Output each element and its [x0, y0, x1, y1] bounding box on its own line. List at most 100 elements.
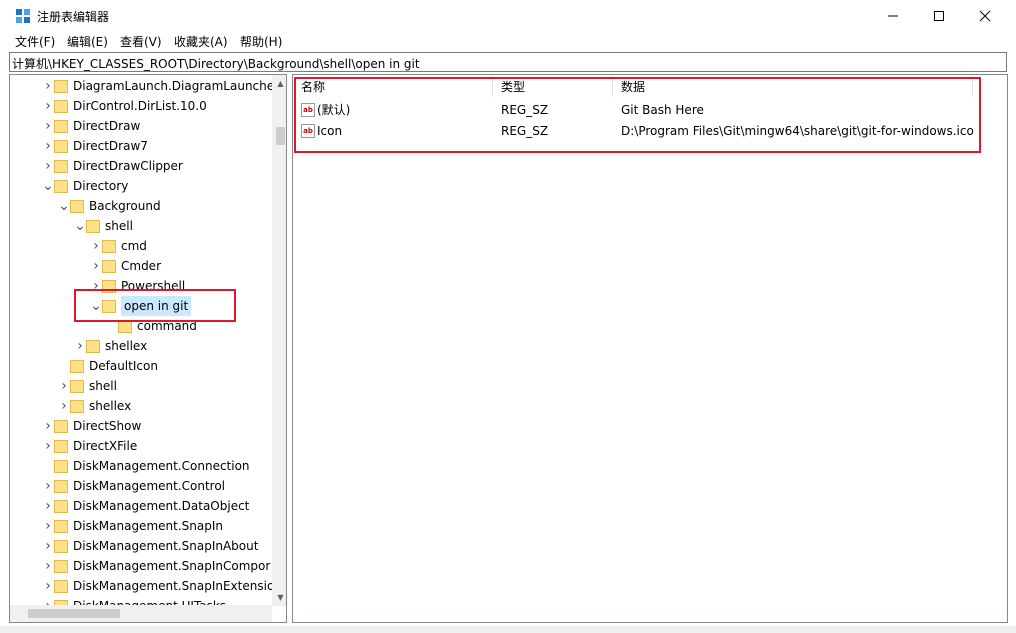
chevron-down-icon[interactable]: ⌄ [74, 216, 86, 236]
scroll-thumb[interactable] [276, 127, 285, 145]
tree-item-label: shell [105, 219, 133, 233]
chevron-down-icon[interactable]: ⌄ [58, 196, 70, 216]
maximize-button[interactable] [916, 0, 962, 31]
chevron-right-icon[interactable]: › [42, 476, 54, 496]
close-icon [979, 10, 991, 21]
folder-icon [54, 419, 68, 433]
menu-bar: 文件(F) 编辑(E) 查看(V) 收藏夹(A) 帮助(H) [0, 31, 1016, 51]
tree-item-label: DiskManagement.DataObject [73, 499, 250, 513]
folder-icon [70, 199, 84, 213]
tree-item-label: DirectDrawClipper [73, 159, 183, 173]
chevron-right-icon[interactable]: › [42, 156, 54, 176]
chevron-right-icon[interactable]: › [90, 236, 102, 256]
chevron-right-icon[interactable]: › [42, 536, 54, 556]
folder-icon [102, 259, 116, 273]
chevron-right-icon[interactable]: › [58, 376, 70, 396]
tree-item[interactable]: › shellex [74, 336, 147, 356]
tree-vertical-scrollbar[interactable]: ▲ ▼ [272, 75, 286, 606]
scroll-up-icon[interactable]: ▲ [272, 75, 286, 92]
tree-item-label: DirectDraw7 [73, 139, 148, 153]
folder-icon [54, 579, 68, 593]
tree-item[interactable]: › DiskManagement.SnapInAbout [42, 536, 258, 556]
chevron-right-icon[interactable]: › [42, 556, 54, 576]
tree-item[interactable]: DiskManagement.Connection [42, 456, 250, 476]
menu-edit[interactable]: 编辑(E) [67, 33, 108, 50]
tree-item[interactable]: › DirectDraw [42, 116, 140, 136]
folder-icon [54, 539, 68, 553]
tree-item[interactable]: › DirControl.DirList.10.0 [42, 96, 207, 116]
tree-item[interactable]: › DiskManagement.Control [42, 476, 225, 496]
menu-favorites[interactable]: 收藏夹(A) [174, 33, 228, 50]
tree-item-label: DiskManagement.SnapInExtensio [73, 579, 275, 593]
registry-tree[interactable]: › DiagramLaunch.DiagramLauncher › DirContro… [9, 74, 287, 623]
folder-icon [70, 399, 84, 413]
scroll-down-icon[interactable]: ▼ [272, 589, 286, 606]
folder-icon [54, 499, 68, 513]
chevron-right-icon[interactable]: › [58, 396, 70, 416]
chevron-right-icon[interactable]: › [42, 516, 54, 536]
folder-icon [54, 459, 68, 473]
folder-icon [54, 139, 68, 153]
tree-item[interactable]: › cmd [90, 236, 147, 256]
tree-item-label: DirectDraw [73, 119, 141, 133]
tree-item[interactable]: › shellex [58, 396, 131, 416]
h-scroll-thumb[interactable] [28, 609, 120, 618]
tree-item-label: DirectShow [73, 419, 142, 433]
address-bar[interactable]: 计算机\HKEY_CLASSES_ROOT\Directory\Backgrou… [9, 52, 1007, 72]
tree-item-label: DirectXFile [73, 439, 138, 453]
folder-icon [54, 559, 68, 573]
tree-item-label: shell [89, 379, 117, 393]
folder-icon [54, 99, 68, 113]
tree-item[interactable]: › DiskManagement.DataObject [42, 496, 249, 516]
tree-item[interactable]: › Cmder [90, 256, 161, 276]
tree-item-label: shellex [89, 399, 132, 413]
tree-item-label: Directory [73, 179, 129, 193]
tree-item[interactable]: › DiskManagement.SnapIn [42, 516, 223, 536]
highlight-box-values [294, 77, 981, 153]
tree-item[interactable]: ⌄ Background [58, 196, 161, 216]
minimize-button[interactable] [870, 0, 916, 31]
tree-item-label: shellex [105, 339, 148, 353]
chevron-down-icon[interactable]: ⌄ [42, 176, 54, 196]
folder-icon [54, 79, 68, 93]
tree-item[interactable]: › DirectXFile [42, 436, 137, 456]
status-bar [0, 626, 1016, 633]
tree-item[interactable]: ⌄ shell [74, 216, 133, 236]
chevron-right-icon[interactable]: › [42, 76, 54, 96]
menu-view[interactable]: 查看(V) [120, 33, 162, 50]
folder-icon [54, 479, 68, 493]
tree-item-label: Background [89, 199, 161, 213]
chevron-right-icon[interactable]: › [42, 116, 54, 136]
tree-item[interactable]: › DirectDrawClipper [42, 156, 183, 176]
folder-icon [54, 179, 68, 193]
chevron-right-icon[interactable]: › [42, 496, 54, 516]
tree-item[interactable]: DefaultIcon [58, 356, 158, 376]
chevron-right-icon[interactable]: › [42, 436, 54, 456]
tree-item-label: DiskManagement.SnapInAbout [73, 539, 259, 553]
menu-file[interactable]: 文件(F) [15, 33, 55, 50]
chevron-right-icon[interactable]: › [42, 136, 54, 156]
tree-item[interactable]: › shell [58, 376, 117, 396]
maximize-icon [934, 10, 944, 21]
folder-icon [70, 379, 84, 393]
menu-help[interactable]: 帮助(H) [240, 33, 282, 50]
chevron-right-icon[interactable]: › [42, 96, 54, 116]
tree-item[interactable]: › DirectShow [42, 416, 141, 436]
tree-item-label: Cmder [121, 259, 162, 273]
tree-item[interactable]: › DiagramLaunch.DiagramLauncher [42, 76, 279, 96]
registry-editor-icon [16, 9, 30, 23]
chevron-right-icon[interactable]: › [42, 416, 54, 436]
value-list[interactable]: 名称 类型 数据 ab (默认) REG_SZ Git Bash Here ab… [292, 74, 1008, 623]
close-button[interactable] [962, 0, 1008, 31]
tree-item[interactable]: › DiskManagement.SnapInCompor [42, 556, 270, 576]
chevron-right-icon[interactable]: › [90, 256, 102, 276]
tree-item[interactable]: ⌄ Directory [42, 176, 128, 196]
highlight-box-tree [74, 289, 236, 322]
folder-icon [54, 519, 68, 533]
chevron-right-icon[interactable]: › [42, 576, 54, 596]
chevron-right-icon[interactable]: › [74, 336, 86, 356]
tree-item[interactable]: › DiskManagement.SnapInExtensio [42, 576, 274, 596]
tree-horizontal-scrollbar[interactable] [10, 605, 272, 622]
tree-item[interactable]: › DirectDraw7 [42, 136, 148, 156]
